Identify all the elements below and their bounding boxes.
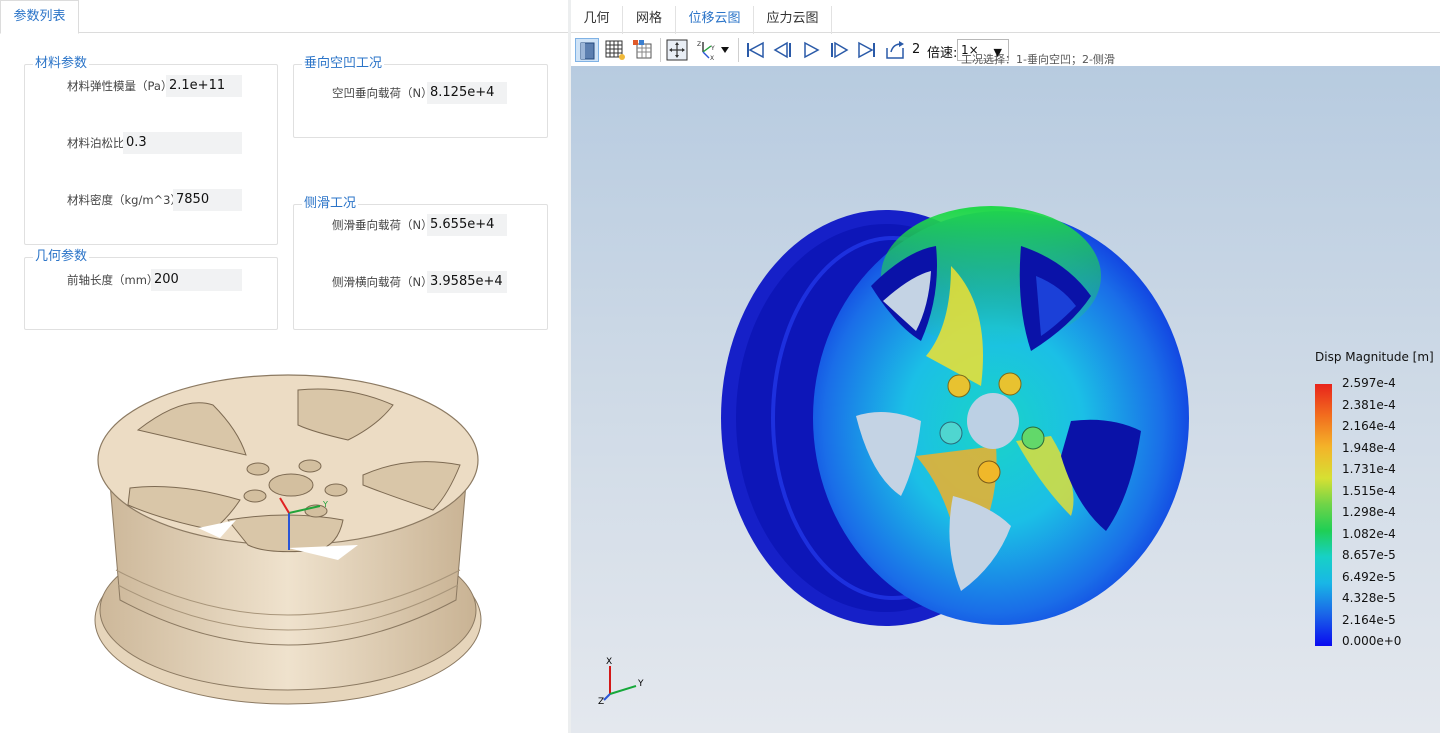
axle-length-input[interactable] [151, 269, 242, 291]
first-frame-icon[interactable] [743, 38, 767, 62]
tab-displacement[interactable]: 位移云图 [676, 6, 754, 34]
side-lateral-load-input[interactable] [427, 271, 507, 293]
result-viewport[interactable]: X Y Z Disp Magnitude [m] 2.597e-4 2.381e-… [571, 66, 1440, 733]
parameter-panel: 参数列表 材料参数 材料弹性模量（Pa） 材料泊松比 材料密度（kg/m^3） … [0, 0, 568, 733]
material-params-title: 材料参数 [33, 56, 90, 72]
table-probe-icon[interactable] [631, 38, 655, 62]
legend-label: 4.328e-5 [1342, 591, 1396, 605]
legend-label: 8.657e-5 [1342, 548, 1396, 562]
left-tabbar: 参数列表 [0, 0, 568, 34]
vertical-load-input[interactable] [427, 82, 507, 104]
play-icon[interactable] [799, 38, 823, 62]
legend-color-bar [1315, 384, 1332, 646]
side-slip-case-title: 侧滑工况 [302, 196, 359, 212]
viewer-toolbar: ZYX 2 倍速: 1× ▼ 工况选择：1-垂向空凹；2-侧滑 [571, 34, 1440, 66]
triad-z-label: Z [598, 697, 604, 706]
poisson-ratio-label: 材料泊松比 [67, 136, 125, 150]
vertical-case-group: 垂向空凹工况 空凹垂向载荷（N） [293, 56, 548, 138]
geometry-params-title: 几何参数 [33, 249, 90, 265]
svg-text:Z: Z [697, 41, 701, 48]
case-number: 2 [912, 42, 921, 57]
tab-parameter-list[interactable]: 参数列表 [0, 0, 79, 34]
legend-label: 1.731e-4 [1342, 462, 1396, 476]
geometry-params-group: 几何参数 前轴长度（mm） [24, 249, 278, 330]
legend-label: 2.164e-5 [1342, 612, 1396, 627]
case-selection-hint: 工况选择：1-垂向空凹；2-侧滑 [961, 53, 1115, 66]
result-panel: 几何 网格 位移云图 应力云图 ZYX 2 倍速: 1× ▼ 工况选择：1-垂向… [571, 0, 1440, 733]
view-triad: X Y Z [598, 657, 644, 706]
legend-label: 2.597e-4 [1342, 376, 1396, 390]
legend-label: 1.515e-4 [1342, 483, 1396, 498]
triad-y-label: Y [637, 679, 644, 689]
triad-x-label: X [606, 657, 612, 667]
view-cube-icon[interactable] [575, 38, 599, 62]
wheel-geometry-model[interactable]: Y [88, 370, 488, 710]
mesh-grid-icon[interactable] [603, 38, 627, 62]
legend-label: 1.948e-4 [1342, 440, 1396, 455]
elastic-modulus-label: 材料弹性模量（Pa） [67, 79, 173, 93]
legend-label: 1.298e-4 [1342, 505, 1396, 519]
elastic-modulus-input[interactable] [166, 75, 242, 97]
side-lateral-load-label: 侧滑横向载荷（N） [332, 275, 433, 289]
fit-view-icon[interactable] [665, 38, 689, 62]
legend-label: 2.381e-4 [1342, 397, 1396, 412]
legend-label: 2.164e-4 [1342, 419, 1396, 433]
side-slip-case-group: 侧滑工况 侧滑垂向载荷（N） 侧滑横向载荷（N） [293, 196, 548, 330]
svg-text:Y: Y [710, 45, 715, 52]
density-label: 材料密度（kg/m^3） [67, 193, 182, 207]
legend-label: 0.000e+0 [1342, 634, 1402, 648]
export-icon[interactable] [883, 38, 907, 62]
prev-frame-icon[interactable] [771, 38, 795, 62]
vertical-load-label: 空凹垂向载荷（N） [332, 86, 433, 100]
tab-stress[interactable]: 应力云图 [754, 6, 832, 34]
next-frame-icon[interactable] [827, 38, 851, 62]
legend-label: 6.492e-5 [1342, 569, 1396, 584]
displacement-contour-model[interactable] [711, 206, 1191, 666]
last-frame-icon[interactable] [855, 38, 879, 62]
vertical-case-title: 垂向空凹工况 [302, 56, 385, 72]
axle-length-label: 前轴长度（mm） [67, 273, 159, 287]
poisson-ratio-input[interactable] [123, 132, 242, 154]
tab-geometry[interactable]: 几何 [571, 6, 623, 34]
legend-label: 1.082e-4 [1342, 526, 1396, 541]
material-params-group: 材料参数 材料弹性模量（Pa） 材料泊松比 材料密度（kg/m^3） [24, 56, 278, 245]
side-vertical-load-label: 侧滑垂向载荷（N） [332, 218, 433, 232]
legend-title: Disp Magnitude [m] [1315, 350, 1434, 364]
svg-text:X: X [710, 55, 714, 62]
speed-label: 倍速: [927, 46, 958, 61]
density-input[interactable] [173, 189, 242, 211]
right-tabbar: 几何 网格 位移云图 应力云图 [571, 0, 1440, 34]
tab-mesh[interactable]: 网格 [623, 6, 676, 34]
side-vertical-load-input[interactable] [427, 214, 507, 236]
model-axis-y-label: Y [322, 500, 328, 509]
axes-orient-icon[interactable]: Z YX [695, 38, 733, 62]
